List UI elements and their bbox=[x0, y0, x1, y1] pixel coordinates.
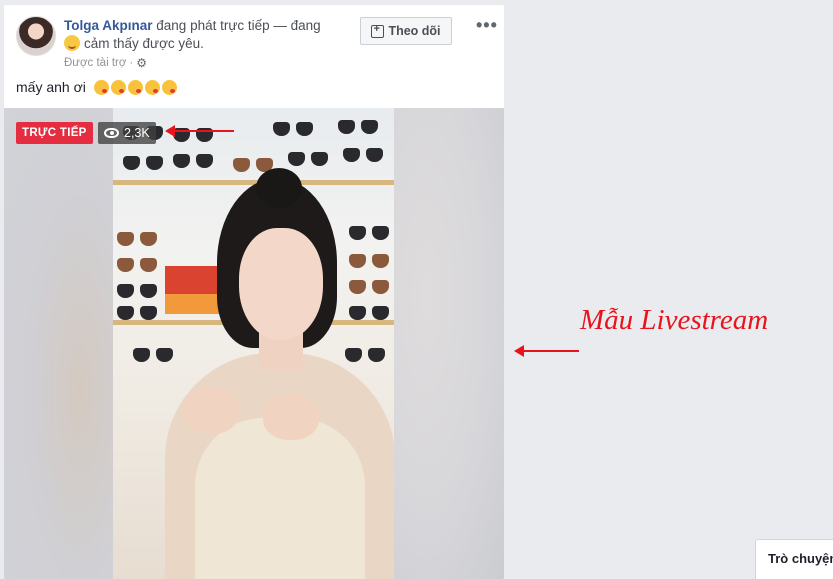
live-video-player[interactable]: TRỰC TIẾP 2,3K bbox=[4, 108, 504, 579]
kissing-face-emoji bbox=[144, 79, 160, 95]
sunglasses bbox=[345, 348, 385, 362]
annotation-label: Mẫu Livestream bbox=[580, 304, 769, 336]
post-header: Tolga Akpınar đang phát trực tiếp — đang… bbox=[4, 5, 504, 75]
viewer-count-badge: 2,3K bbox=[98, 122, 156, 144]
display-stand bbox=[165, 266, 225, 294]
presenter-hair-bun bbox=[256, 168, 302, 208]
sponsored-label[interactable]: Được tài trợ bbox=[64, 57, 126, 69]
follow-button-label: Theo dõi bbox=[388, 24, 441, 38]
sunglasses bbox=[173, 154, 213, 168]
sponsored-live-post: Tolga Akpınar đang phát trực tiếp — đang… bbox=[4, 5, 504, 579]
presenter-top bbox=[195, 418, 365, 579]
sunglasses bbox=[343, 148, 383, 162]
post-meta: Được tài trợ · ⚙ bbox=[64, 57, 148, 69]
display-stand bbox=[165, 294, 225, 314]
presenter-hand bbox=[183, 388, 239, 434]
sunglasses bbox=[117, 258, 157, 272]
more-options-icon[interactable]: ••• bbox=[476, 15, 498, 36]
eye-icon bbox=[104, 128, 119, 138]
meta-separator: · bbox=[129, 57, 134, 69]
sunglasses bbox=[117, 232, 157, 246]
live-status-text: đang phát trực tiếp — đang bbox=[156, 18, 321, 33]
sunglasses bbox=[349, 254, 389, 268]
author-avatar[interactable] bbox=[16, 16, 56, 56]
chat-tab[interactable]: Trò chuyện bbox=[755, 539, 833, 579]
annotation-arrow-video bbox=[514, 345, 579, 357]
sunglasses bbox=[117, 284, 157, 298]
viewer-count: 2,3K bbox=[124, 126, 150, 140]
presenter-face bbox=[239, 228, 323, 340]
sunglasses bbox=[133, 348, 173, 362]
caption-text: mấy anh ơi bbox=[16, 79, 86, 95]
sunglasses bbox=[117, 306, 157, 320]
gear-icon[interactable]: ⚙ bbox=[136, 57, 148, 69]
live-badge: TRỰC TIẾP bbox=[16, 122, 93, 144]
smiling-face-icon bbox=[64, 35, 80, 51]
sunglasses bbox=[338, 120, 378, 134]
follow-plus-icon bbox=[371, 23, 385, 38]
kissing-face-emoji bbox=[93, 79, 109, 95]
video-blur-right bbox=[394, 108, 504, 579]
sunglasses bbox=[349, 306, 389, 320]
feeling-text: cảm thấy được yêu. bbox=[84, 36, 204, 51]
post-caption: mấy anh ơi bbox=[16, 79, 177, 95]
video-frame bbox=[113, 108, 394, 579]
presenter-hand bbox=[263, 394, 319, 440]
annotation-arrow-viewers bbox=[165, 125, 234, 137]
sunglasses bbox=[349, 280, 389, 294]
sunglasses bbox=[288, 152, 328, 166]
sunglasses bbox=[123, 156, 163, 170]
kissing-face-emoji bbox=[161, 79, 177, 95]
follow-button[interactable]: Theo dõi bbox=[360, 17, 452, 45]
sunglasses bbox=[273, 122, 313, 136]
video-blur-left bbox=[4, 108, 114, 579]
sunglasses bbox=[349, 226, 389, 240]
kissing-face-emoji bbox=[127, 79, 143, 95]
kissing-face-emoji bbox=[110, 79, 126, 95]
author-name-link[interactable]: Tolga Akpınar bbox=[64, 18, 153, 33]
post-headline: Tolga Akpınar đang phát trực tiếp — đang… bbox=[64, 17, 344, 53]
